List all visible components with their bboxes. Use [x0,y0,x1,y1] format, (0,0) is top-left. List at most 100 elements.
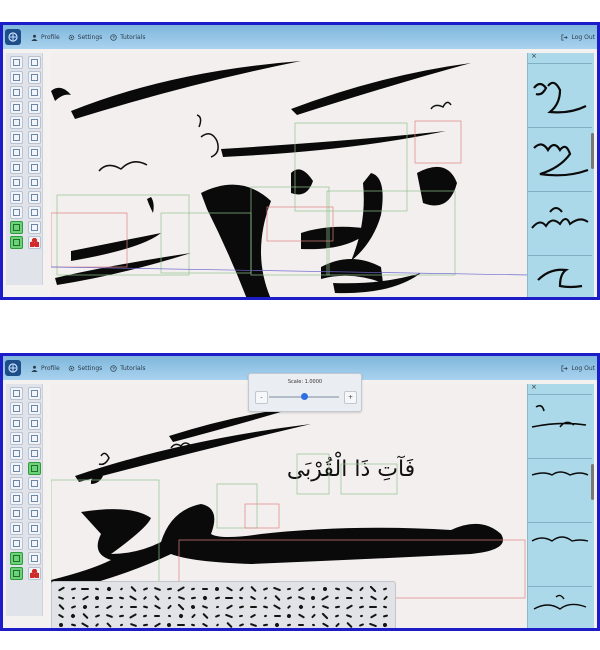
glyph-cell[interactable] [176,612,186,619]
tool-button[interactable] [28,537,41,550]
glyph-cell[interactable] [368,584,378,593]
glyph-cell[interactable] [260,612,270,619]
tool-button[interactable] [28,432,41,445]
dots-tool-button[interactable] [28,236,41,249]
glyph-cell[interactable] [92,621,102,628]
tool-button[interactable] [10,191,23,204]
glyph-cell[interactable] [356,603,366,610]
variant-thumbnail[interactable] [528,191,592,256]
glyph-cell[interactable] [116,603,126,610]
glyph-cell[interactable] [356,585,366,592]
glyph-cell[interactable] [128,621,138,628]
tool-button[interactable] [28,101,41,114]
tool-button[interactable] [28,56,41,69]
grid-tool-button[interactable] [10,236,23,249]
tutorials-menu[interactable]: Tutorials [110,34,145,41]
variant-thumbnail[interactable] [528,63,592,128]
tool-button[interactable] [10,507,23,520]
dots-tool-button[interactable] [28,567,41,580]
glyph-cell[interactable] [128,594,138,601]
glyph-cell[interactable] [212,621,222,628]
glyph-cell[interactable] [332,585,342,592]
tutorials-menu[interactable]: Tutorials [110,365,145,372]
glyph-cell[interactable] [260,594,270,601]
glyph-cell[interactable] [212,594,222,601]
glyph-cell[interactable] [152,603,162,610]
drawing-canvas[interactable] [51,53,529,297]
variant-thumbnail[interactable] [528,458,592,523]
tool-button[interactable] [28,417,41,430]
profile-menu[interactable]: Profile [31,365,60,372]
glyph-cell[interactable] [356,612,366,619]
glyph-cell[interactable] [200,594,210,601]
glyph-cell[interactable] [104,621,114,628]
tool-button[interactable] [10,522,23,535]
glyph-cell[interactable] [224,612,234,619]
tool-button[interactable] [10,206,23,219]
tool-button[interactable] [28,492,41,505]
glyph-cell[interactable] [248,594,258,601]
glyph-cell[interactable] [92,585,102,592]
glyph-cell[interactable] [332,612,342,619]
tool-button[interactable] [28,206,41,219]
glyph-cell[interactable] [320,611,330,620]
glyph-cell[interactable] [272,585,282,592]
tool-button[interactable] [28,86,41,99]
tool-button[interactable] [28,477,41,490]
glyph-cell[interactable] [68,621,78,628]
glyph-cell[interactable] [128,612,138,619]
tool-button[interactable] [10,462,23,475]
tool-button[interactable] [10,116,23,129]
glyph-cell[interactable] [224,603,234,610]
glyph-cell[interactable] [320,621,330,628]
glyph-cell[interactable] [260,585,270,592]
variant-thumbnail[interactable] [528,522,592,587]
glyph-cell[interactable] [296,603,306,610]
glyph-cell[interactable] [92,612,102,619]
logout-button[interactable]: Log Out [561,365,595,372]
glyph-cell[interactable] [260,621,270,628]
glyph-cell[interactable] [128,585,138,592]
glyph-cell[interactable] [140,594,150,601]
logout-button[interactable]: Log Out [561,34,595,41]
glyph-cell[interactable] [284,621,294,628]
tool-button[interactable] [10,176,23,189]
glyph-cell[interactable] [92,603,102,610]
glyph-cell[interactable] [308,603,318,610]
grid-tool-button[interactable] [10,552,23,565]
glyph-cell[interactable] [188,594,198,601]
glyph-cell[interactable] [188,612,198,619]
glyph-cell[interactable] [236,594,246,601]
glyph-cell[interactable] [380,585,390,592]
glyph-cell[interactable] [116,612,126,619]
glyph-cell[interactable] [212,585,222,592]
glyph-cell[interactable] [308,594,318,601]
glyph-cell[interactable] [176,602,186,611]
glyph-cell[interactable] [344,612,354,619]
panel-scrollbar[interactable] [591,464,594,500]
panel-scrollbar[interactable] [591,133,594,169]
glyph-cell[interactable] [152,612,162,619]
glyph-cell[interactable] [344,585,354,592]
glyph-cell[interactable] [200,603,210,610]
tool-button[interactable] [10,146,23,159]
glyph-cell[interactable] [284,612,294,619]
glyph-cell[interactable] [320,603,330,610]
tool-button[interactable] [28,176,41,189]
glyph-cell[interactable] [224,585,234,592]
variant-thumbnail[interactable] [528,255,592,297]
glyph-cell[interactable] [368,603,378,610]
profile-menu[interactable]: Profile [31,34,60,41]
glyph-cell[interactable] [176,594,186,601]
glyph-cell[interactable] [68,612,78,619]
glyph-cell[interactable] [308,585,318,592]
glyph-cell[interactable] [344,594,354,601]
glyph-cell[interactable] [320,594,330,601]
glyph-cell[interactable] [320,585,330,592]
tool-button[interactable] [28,146,41,159]
glyph-cell[interactable] [200,585,210,592]
calligraphy-logo-icon[interactable] [5,360,21,376]
close-icon[interactable]: × [531,52,537,60]
glyph-cell[interactable] [332,603,342,610]
glyph-cell[interactable] [308,612,318,619]
